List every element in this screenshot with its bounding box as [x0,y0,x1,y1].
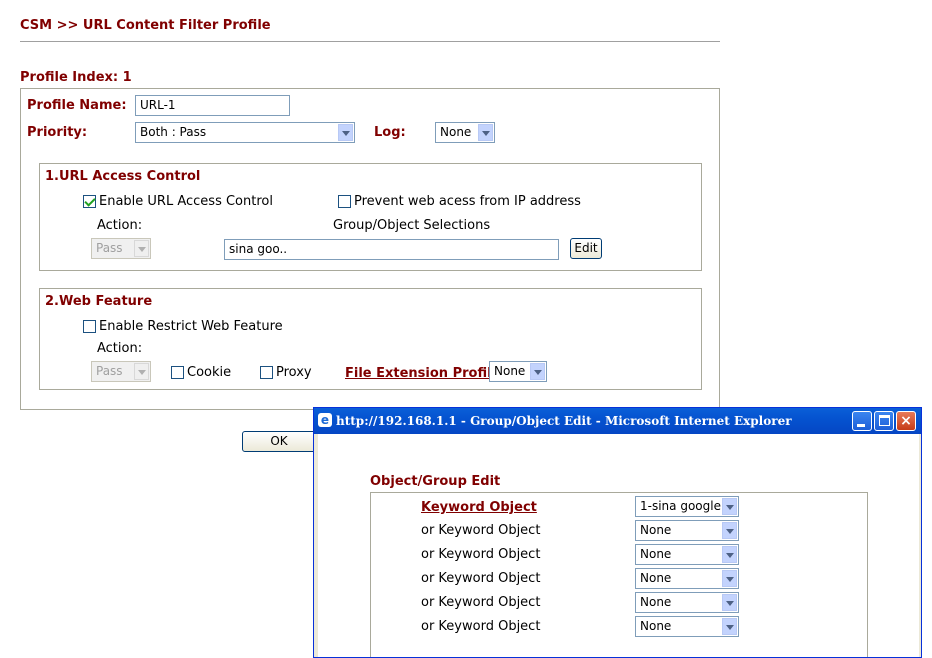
or-keyword-object-select[interactable]: None [635,616,739,637]
or-keyword-object-value: None [640,523,672,537]
window-titlebar[interactable]: e http://192.168.1.1 - Group/Object Edit… [314,408,921,434]
web-action-value: Pass [96,364,123,378]
profile-name-label: Profile Name: [27,98,127,113]
or-keyword-object-label: or Keyword Object [421,523,541,538]
or-keyword-object-select[interactable]: None [635,544,739,565]
chevron-down-icon[interactable] [478,124,493,141]
file-extension-profile-link[interactable]: File Extension Profile: [345,366,506,381]
or-keyword-object-label: or Keyword Object [421,547,541,562]
chevron-down-icon[interactable] [722,570,737,587]
prevent-ip-access-label: Prevent web acess from IP address [354,194,581,209]
web-feature-heading: 2.Web Feature [45,294,153,309]
chevron-down-icon[interactable] [134,363,149,380]
ok-button[interactable]: OK [242,431,316,452]
group-selections-label: Group/Object Selections [333,218,491,233]
window-title: http://192.168.1.1 - Group/Object Edit -… [336,414,792,428]
or-keyword-object-value: None [640,571,672,585]
priority-label: Priority: [27,125,88,140]
enable-url-access-checkbox[interactable] [83,195,96,208]
proxy-checkbox[interactable] [260,366,273,379]
or-keyword-object-label: or Keyword Object [421,595,541,610]
web-action-label: Action: [97,341,143,356]
keyword-object-link[interactable]: Keyword Object [421,500,537,515]
or-keyword-object-value: None [640,619,672,633]
or-keyword-object-label: or Keyword Object [421,619,541,634]
chevron-down-icon[interactable] [338,124,353,141]
or-keyword-object-select[interactable]: None [635,592,739,613]
chevron-down-icon[interactable] [722,618,737,635]
proxy-label: Proxy [276,365,312,380]
or-keyword-object-value: None [640,547,672,561]
group-selections-input[interactable]: sina goo.. [224,239,559,260]
edit-button[interactable]: Edit [570,238,602,259]
profile-index-label: Profile Index: 1 [20,70,132,85]
cookie-checkbox[interactable] [171,366,184,379]
prevent-ip-access-checkbox[interactable] [338,195,351,208]
popup-content: Object/Group Edit Keyword Object 1-sina … [318,434,919,657]
log-label: Log: [374,125,406,140]
log-select[interactable]: None [435,122,495,143]
url-action-value: Pass [96,241,123,255]
profile-name-input[interactable]: URL-1 [135,95,290,116]
file-extension-value: None [494,364,526,378]
object-group-edit-heading: Object/Group Edit [370,474,501,489]
chevron-down-icon[interactable] [722,498,737,515]
file-extension-select[interactable]: None [489,361,547,382]
priority-select[interactable]: Both : Pass [135,122,355,143]
url-access-heading: 1.URL Access Control [45,169,201,184]
keyword-object-select[interactable]: 1-sina google [635,496,739,517]
title-divider [20,41,720,42]
close-icon[interactable]: × [896,411,916,431]
page-title: CSM >> URL Content Filter Profile [20,18,271,33]
enable-url-access-label: Enable URL Access Control [99,194,273,209]
or-keyword-object-label: or Keyword Object [421,571,541,586]
group-object-edit-window: e http://192.168.1.1 - Group/Object Edit… [313,407,922,658]
chevron-down-icon[interactable] [722,546,737,563]
chevron-down-icon[interactable] [722,522,737,539]
enable-web-feature-label: Enable Restrict Web Feature [99,319,283,334]
log-value: None [440,125,472,139]
or-keyword-object-select[interactable]: None [635,568,739,589]
or-keyword-object-value: None [640,595,672,609]
web-action-select[interactable]: Pass [91,361,151,382]
chevron-down-icon[interactable] [722,594,737,611]
chevron-down-icon[interactable] [530,363,545,380]
chevron-down-icon[interactable] [134,240,149,257]
priority-value: Both : Pass [140,125,207,139]
ie-icon: e [318,413,332,427]
enable-web-feature-checkbox[interactable] [83,320,96,333]
keyword-object-value: 1-sina google [640,499,721,513]
url-action-select[interactable]: Pass [91,238,151,259]
maximize-icon[interactable] [874,411,894,431]
or-keyword-object-select[interactable]: None [635,520,739,541]
minimize-icon[interactable] [852,411,872,431]
cookie-label: Cookie [187,365,232,380]
url-action-label: Action: [97,218,143,233]
